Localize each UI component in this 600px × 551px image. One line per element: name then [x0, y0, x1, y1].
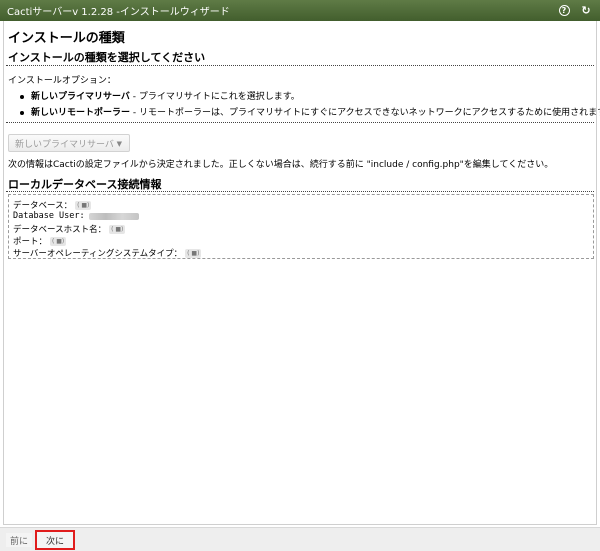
- wizard-footer: 前に 次に: [0, 527, 600, 551]
- db-row-host: データベースホスト名： ( ■): [13, 223, 126, 235]
- chevron-down-icon: ▼: [116, 140, 122, 148]
- select-value: 新しいプライマリサーバ: [15, 139, 114, 150]
- list-item: 新しいリモートポーラー - リモートポーラーは、プライマリサイトにすぐにアクセス…: [20, 105, 600, 121]
- section-subtitle: インストールの種類を選択してください: [8, 51, 206, 64]
- help-glyph: ?: [558, 5, 570, 16]
- divider: [6, 65, 594, 66]
- redacted-value: [88, 212, 139, 220]
- title-bar: Cactiサーバーv 1.2.28 -インストールウィザード ? ↻: [0, 0, 600, 21]
- db-label: データベース：: [13, 201, 73, 211]
- option-name: 新しいプライマリサーバ: [31, 92, 130, 102]
- refresh-icon[interactable]: ↻: [578, 3, 594, 19]
- db-value: ( ■): [185, 248, 202, 258]
- db-label: サーバーオペレーティングシステムタイプ：: [13, 249, 183, 259]
- option-name: 新しいリモートポーラー: [31, 108, 131, 118]
- db-row-os: サーバーオペレーティングシステムタイプ： ( ■): [13, 247, 202, 259]
- db-value: ( ■): [109, 224, 126, 234]
- db-row-user: Database User:: [13, 211, 139, 221]
- window-title: Cactiサーバーv 1.2.28 -インストールウィザード: [7, 7, 230, 18]
- options-label: インストールオプション：: [8, 76, 116, 86]
- prev-button[interactable]: 前に: [6, 533, 32, 547]
- install-type-select[interactable]: 新しいプライマリサーバ ▼: [8, 134, 130, 152]
- divider: [6, 122, 594, 123]
- config-info-text: 次の情報はCactiの設定ファイルから決定されました。正しくない場合は、続行する…: [8, 160, 554, 170]
- db-label: Database User:: [13, 211, 85, 221]
- db-value: ( ■): [75, 200, 92, 210]
- help-icon[interactable]: ?: [556, 3, 572, 19]
- db-row-port: ポート： ( ■): [13, 235, 67, 247]
- option-desc: - プライマリサイトにこれを選択します。: [129, 92, 300, 102]
- db-info-box: データベース： ( ■) Database User: データベースホスト名： …: [8, 194, 594, 259]
- next-button[interactable]: 次に: [35, 530, 75, 550]
- db-section-title: ローカルデータベース接続情報: [8, 178, 162, 191]
- list-item: 新しいプライマリサーバ - プライマリサイトにこれを選択します。: [20, 89, 600, 105]
- page-title: インストールの種類: [8, 31, 125, 46]
- options-list: 新しいプライマリサーバ - プライマリサイトにこれを選択します。 新しいリモート…: [20, 89, 600, 121]
- install-panel: インストールの種類 インストールの種類を選択してください インストールオプション…: [3, 21, 600, 525]
- db-label: ポート：: [13, 237, 48, 247]
- db-value: ( ■): [50, 236, 67, 246]
- divider: [6, 191, 594, 192]
- option-desc: - リモートポーラーは、プライマリサイトにすぐにアクセスできないネットワークにア…: [130, 108, 600, 118]
- db-row-database: データベース： ( ■): [13, 199, 92, 211]
- db-label: データベースホスト名：: [13, 225, 107, 235]
